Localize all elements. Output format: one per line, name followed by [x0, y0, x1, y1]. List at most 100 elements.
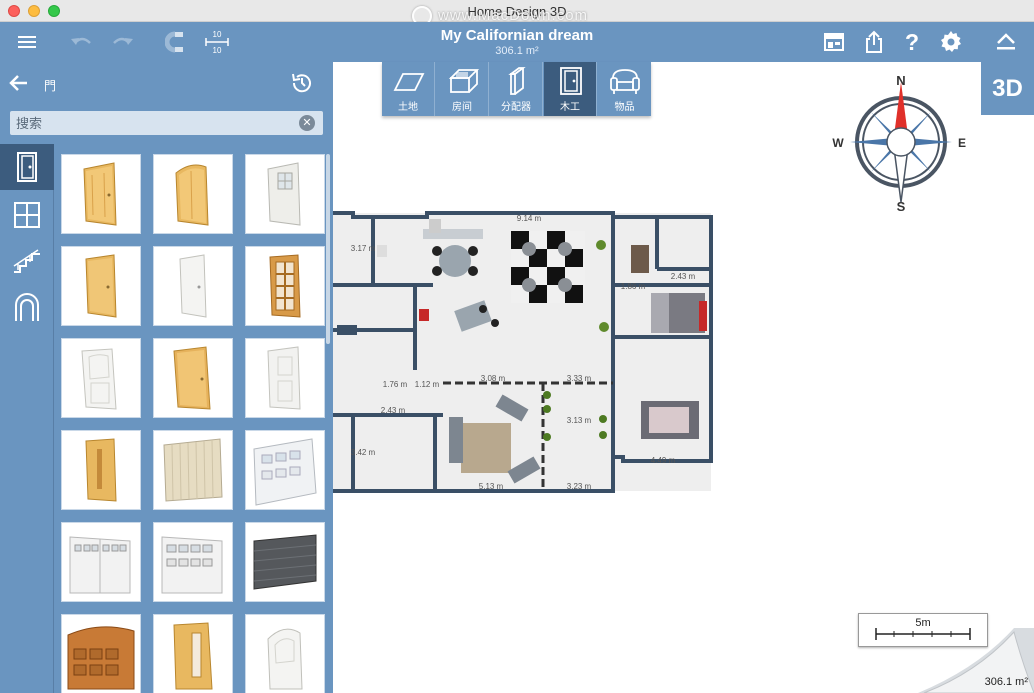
history-icon [292, 73, 311, 93]
tab-furniture-label: 物品 [614, 102, 635, 113]
tab-partition[interactable]: 分配器 [490, 62, 543, 116]
wood-slit-door-icon [85, 438, 117, 502]
help-button[interactable]: ? [898, 28, 926, 56]
share-button[interactable] [860, 28, 888, 56]
kitchen-floor [511, 231, 585, 303]
dim-label: 3.13 m [567, 416, 592, 425]
clear-search-button[interactable]: ✕ [299, 115, 315, 131]
catalog-item[interactable] [246, 155, 324, 233]
dim-label: 1.12 m [415, 380, 440, 389]
sidebar-category-label: 門 [44, 79, 57, 93]
sidebar-header: 門 [0, 62, 333, 106]
catalog-item[interactable] [62, 339, 140, 417]
catalog-item[interactable] [154, 431, 232, 509]
catalog-item[interactable] [62, 523, 140, 601]
tab-partition-label: 分配器 [501, 102, 531, 113]
catalog-item[interactable] [154, 615, 232, 693]
grey-roller-door-icon [253, 534, 317, 590]
tab-land-label: 土地 [398, 102, 418, 113]
catalog-icon [824, 33, 844, 51]
catalog-item[interactable] [154, 523, 232, 601]
dim-label: 2.43 m [671, 272, 696, 281]
dim-label: 3.17 m [351, 244, 376, 253]
search-input[interactable] [10, 111, 290, 135]
history-button[interactable] [290, 71, 314, 95]
white-arch-door-icon [267, 628, 303, 690]
category-stairs[interactable] [0, 238, 54, 284]
compass: N S E W [832, 73, 966, 214]
category-windows[interactable] [0, 192, 54, 238]
white-double-door-icon [69, 536, 131, 594]
collapse-button[interactable] [992, 28, 1020, 56]
beige-garage-door-icon [163, 438, 223, 502]
view-3d-button[interactable]: 3D [981, 62, 1034, 115]
dim-label: 1.86 m [621, 282, 646, 291]
dim-label: 5.13 m [479, 482, 504, 491]
white-window-door-icon [267, 162, 301, 226]
catalog-item[interactable] [246, 431, 324, 509]
tab-land[interactable]: 土地 [382, 62, 435, 116]
catalog-item[interactable] [246, 247, 324, 325]
catalog-item[interactable] [246, 615, 324, 693]
tab-room[interactable]: 房间 [436, 62, 489, 116]
dim-label: 2.43 m [381, 406, 406, 415]
title-bar: Home Design 3D www.MacDown.com [0, 0, 1034, 26]
tab-carpentry[interactable]: 木工 [544, 62, 597, 116]
help-icon: ? [905, 30, 919, 54]
catalog-item[interactable] [62, 155, 140, 233]
stairs-icon [13, 249, 40, 273]
window-icon [14, 202, 40, 228]
share-icon [866, 30, 882, 53]
wood-door-icon [85, 254, 117, 318]
compass-e-label: E [958, 136, 966, 150]
furniture-icon [610, 69, 640, 94]
dim-label: 1.76 m [383, 380, 408, 389]
back-button[interactable] [8, 72, 30, 94]
partition-icon [508, 67, 526, 95]
wood-door-icon [173, 346, 211, 410]
category-arches[interactable] [0, 284, 54, 330]
door-catalog-grid [55, 144, 333, 693]
catalog-item[interactable] [154, 155, 232, 233]
build-tools: 土地 房间 分配器 木工 物品 [382, 62, 651, 116]
room-icon [448, 69, 479, 93]
category-doors[interactable] [0, 144, 54, 190]
catalog-item[interactable] [154, 339, 232, 417]
dim-label: 3.23 m [567, 482, 592, 491]
catalog-item[interactable] [154, 247, 232, 325]
floor-plan[interactable]: 9.14 m 3.08 m 3.33 m 2.43 m 3.13 m 5.13 … [333, 205, 713, 495]
dim-label: 3.42 m [351, 448, 376, 457]
catalog-item[interactable] [62, 615, 140, 693]
back-arrow-icon [9, 75, 27, 91]
gear-icon [941, 31, 961, 52]
white-panel-door-icon [81, 348, 117, 410]
land-icon [393, 73, 425, 91]
white-door-icon [179, 254, 207, 318]
catalog-item[interactable] [62, 431, 140, 509]
app-window: Home Design 3D www.MacDown.com 10 10 My … [0, 0, 1034, 693]
settings-button[interactable] [937, 28, 965, 56]
glass-wood-door-icon [269, 254, 301, 318]
catalog-scrollbar[interactable] [326, 154, 330, 344]
tab-furniture[interactable]: 物品 [598, 62, 651, 116]
catalog-item[interactable] [246, 339, 324, 417]
category-column [0, 144, 54, 693]
compass-s-label: S [897, 199, 906, 214]
toolbar: 10 10 My Californian dream 306.1 m² ? [0, 22, 1034, 62]
dim-label: 9.14 m [517, 214, 542, 223]
dim-label: 4.49 m [651, 456, 676, 465]
compass-n-label: N [896, 73, 905, 88]
carpentry-icon [560, 67, 582, 95]
catalog-item[interactable] [246, 523, 324, 601]
wood-door-icon [83, 162, 117, 226]
arch-icon [15, 293, 39, 321]
door-icon [17, 152, 37, 182]
wood-door-icon [175, 164, 209, 226]
compass-w-label: W [832, 136, 844, 150]
tab-carpentry-label: 木工 [560, 102, 580, 113]
dim-label: 3.33 m [567, 374, 592, 383]
status-area: 306.1 m² [984, 676, 1028, 688]
tab-room-label: 房间 [452, 102, 472, 113]
catalog-button[interactable] [820, 28, 848, 56]
catalog-item[interactable] [62, 247, 140, 325]
